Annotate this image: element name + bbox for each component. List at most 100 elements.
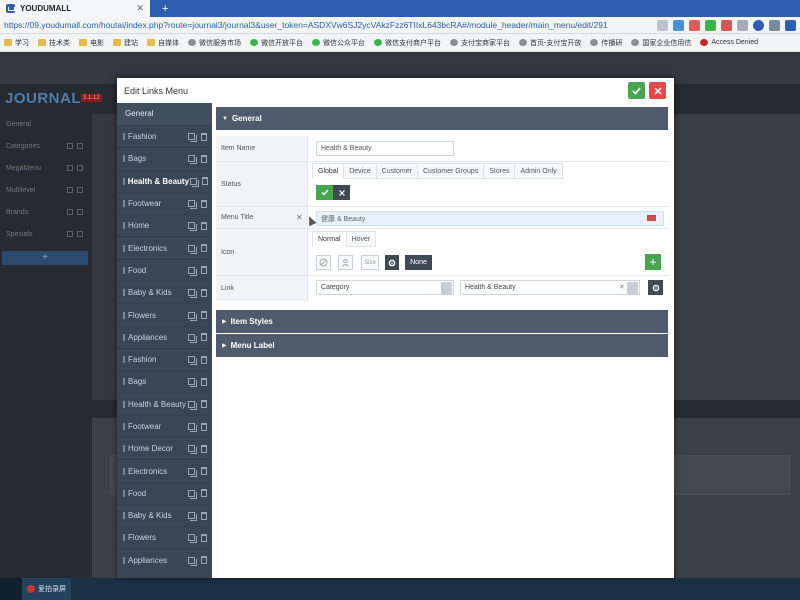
extension-icon[interactable]	[673, 19, 684, 31]
extension-icon[interactable]	[785, 19, 796, 31]
tab-customer-groups[interactable]: Customer Groups	[417, 163, 485, 179]
drag-handle-icon[interactable]	[123, 400, 125, 408]
close-icon[interactable]: ✕	[136, 3, 144, 14]
trash-icon[interactable]	[199, 154, 209, 164]
new-tab-button[interactable]: +	[150, 0, 180, 17]
status-on-button[interactable]	[316, 185, 333, 200]
sidebar-menu-item[interactable]: Bags	[117, 147, 212, 169]
trash-icon[interactable]	[199, 511, 209, 521]
trash-icon[interactable]	[201, 176, 209, 186]
sidebar-menu-item[interactable]: Food	[117, 258, 212, 281]
menu-title-input[interactable]: 健康 & Beauty	[316, 211, 664, 226]
tab-global[interactable]: Global	[312, 163, 345, 179]
drag-handle-icon[interactable]	[123, 311, 125, 319]
copy-icon[interactable]	[186, 310, 196, 320]
sidebar-menu-item[interactable]: Footwear	[117, 414, 212, 437]
bookmark[interactable]: 国家企业信用信	[631, 38, 691, 48]
sidebar-menu-item[interactable]: Fashion	[117, 347, 212, 370]
sidebar-menu-item[interactable]: Health & Beauty	[117, 169, 212, 192]
browser-tab[interactable]: YOUDUMALL ✕	[0, 0, 150, 17]
tab-hover[interactable]: Hover	[346, 231, 377, 247]
start-button[interactable]	[0, 578, 22, 600]
sidebar-menu-item[interactable]: Home Decor	[117, 437, 212, 459]
language-flag-icon[interactable]	[646, 214, 657, 222]
trash-icon[interactable]	[199, 555, 209, 565]
url-input[interactable]: https://09.youdumall.com/houtai/index.ph…	[4, 20, 652, 30]
taskbar-app[interactable]: 爱拍录屏	[22, 578, 71, 600]
drag-handle-icon[interactable]	[123, 445, 125, 453]
drag-handle-icon[interactable]	[123, 289, 125, 297]
close-button[interactable]	[649, 82, 666, 99]
tab-stores[interactable]: Stores	[484, 163, 516, 179]
sidebar-menu-item[interactable]: Appliances	[117, 325, 212, 348]
icon-picker-button[interactable]	[338, 255, 353, 270]
drag-handle-icon[interactable]	[123, 200, 125, 208]
copy-icon[interactable]	[186, 422, 196, 432]
bookmark[interactable]: 自媒体	[147, 38, 179, 48]
sidebar-menu-item[interactable]: Flowers	[117, 526, 212, 548]
extension-icon[interactable]	[769, 19, 780, 31]
drag-handle-icon[interactable]	[123, 133, 125, 141]
trash-icon[interactable]	[199, 221, 209, 231]
bookmark[interactable]: 微信支付商户平台	[374, 38, 441, 48]
trash-icon[interactable]	[199, 288, 209, 298]
trash-icon[interactable]	[199, 310, 209, 320]
icon-size-input[interactable]: Size	[361, 255, 379, 270]
drag-handle-icon[interactable]	[123, 467, 125, 475]
drag-handle-icon[interactable]	[123, 155, 125, 163]
sidebar-menu-item[interactable]: Food	[117, 481, 212, 504]
bookmark[interactable]: 首页-支付宝开放	[519, 38, 581, 48]
sidebar-menu-item[interactable]: Appliances	[117, 548, 212, 571]
tab-admin-only[interactable]: Admin Only	[515, 163, 563, 179]
sidebar-menu-item[interactable]: Home	[117, 214, 212, 236]
copy-icon[interactable]	[186, 444, 196, 454]
clear-icon[interactable]: ✕	[296, 213, 303, 222]
bookmark[interactable]: 学习	[4, 38, 29, 48]
tab-device[interactable]: Device	[344, 163, 377, 179]
trash-icon[interactable]	[199, 377, 209, 387]
copy-icon[interactable]	[186, 533, 196, 543]
tab-normal[interactable]: Normal	[312, 231, 347, 247]
copy-icon[interactable]	[186, 243, 196, 253]
section-menu-label[interactable]: ▶ Menu Label	[216, 334, 668, 357]
bookmark[interactable]: Access Denied	[700, 39, 758, 46]
bookmark[interactable]: 微信开放平台	[250, 38, 303, 48]
bookmark[interactable]: 支付宝商家平台	[450, 38, 510, 48]
section-item-styles[interactable]: ▶ Item Styles	[216, 310, 668, 333]
copy-icon[interactable]	[189, 176, 197, 186]
copy-icon[interactable]	[186, 132, 196, 142]
sidebar-menu-item[interactable]: Bags	[117, 370, 212, 392]
copy-icon[interactable]	[186, 377, 196, 387]
trash-icon[interactable]	[199, 265, 209, 275]
extension-icon[interactable]	[705, 19, 716, 31]
sidebar-heading[interactable]: General	[117, 103, 212, 125]
trash-icon[interactable]	[199, 355, 209, 365]
extension-icon[interactable]	[657, 19, 668, 31]
copy-icon[interactable]	[186, 355, 196, 365]
drag-handle-icon[interactable]	[123, 556, 125, 564]
item-name-input[interactable]: Health & Beauty	[316, 141, 454, 156]
sidebar-menu-item[interactable]: Footwear	[117, 191, 212, 214]
trash-icon[interactable]	[199, 444, 209, 454]
sidebar-menu-item[interactable]: Health & Beauty	[117, 392, 212, 415]
drag-handle-icon[interactable]	[123, 512, 125, 520]
sidebar-menu-item[interactable]: Flowers	[117, 303, 212, 325]
clear-icon[interactable]: ✕	[619, 283, 625, 291]
sidebar-menu-item[interactable]: Baby & Kids	[117, 281, 212, 303]
link-value-select[interactable]: Health & Beauty ✕	[460, 280, 640, 295]
sidebar-menu-item[interactable]: Baby & Kids	[117, 504, 212, 526]
copy-icon[interactable]	[186, 399, 196, 409]
drag-handle-icon[interactable]	[123, 333, 125, 341]
bookmark[interactable]: 传播研	[590, 38, 622, 48]
copy-icon[interactable]	[186, 154, 196, 164]
bookmark[interactable]: 建站	[113, 38, 138, 48]
copy-icon[interactable]	[186, 466, 196, 476]
drag-handle-icon[interactable]	[123, 244, 125, 252]
no-icon-button[interactable]	[316, 255, 331, 270]
extension-icon[interactable]	[737, 19, 748, 31]
sidebar-menu-item[interactable]: Fashion	[117, 125, 212, 147]
trash-icon[interactable]	[199, 533, 209, 543]
bookmark[interactable]: 电影	[79, 38, 104, 48]
icon-none-button[interactable]: None	[405, 255, 432, 270]
trash-icon[interactable]	[199, 332, 209, 342]
